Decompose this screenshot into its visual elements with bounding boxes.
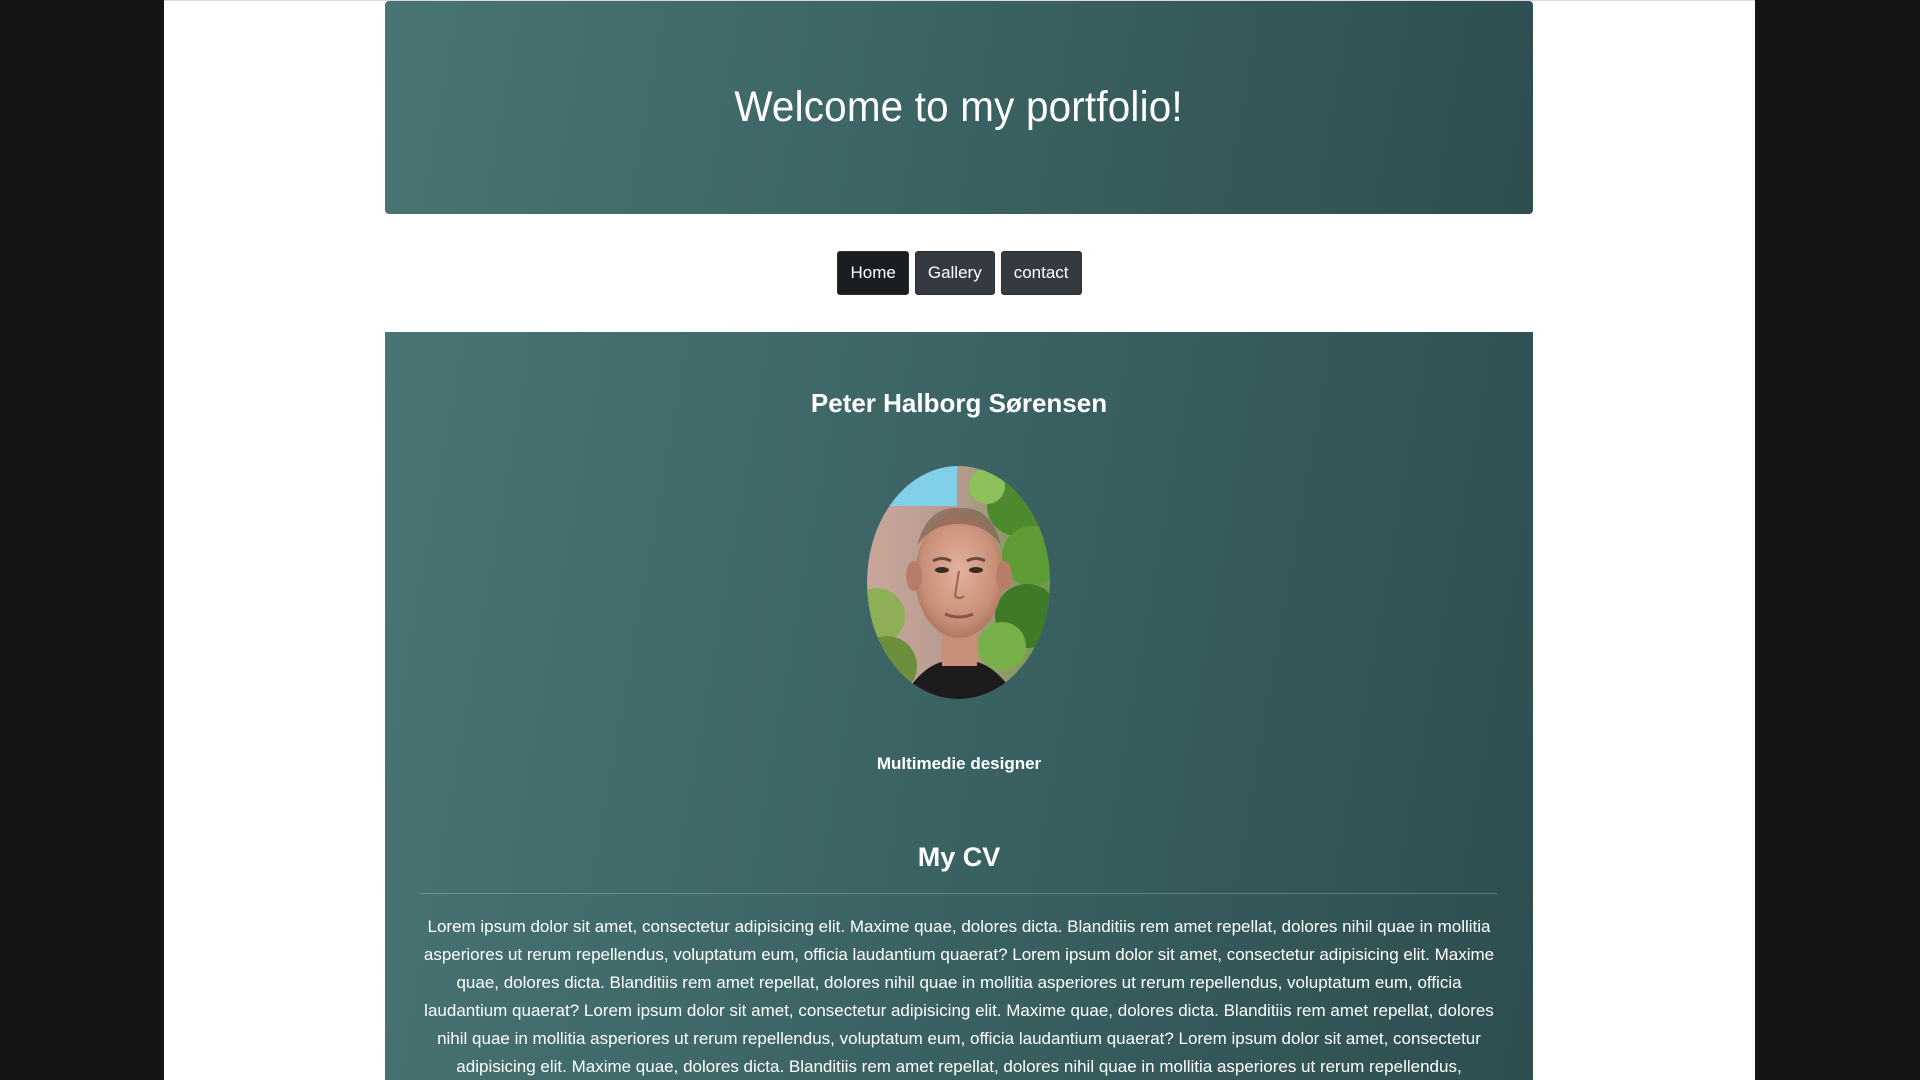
profile-role: Multimedie designer: [876, 754, 1042, 773]
main-nav: Home Gallery contact: [164, 251, 1755, 295]
cv-title: My CV: [917, 842, 1001, 872]
profile-name: Peter Halborg Sørensen: [810, 388, 1108, 418]
avatar-photo: [867, 466, 1050, 699]
cv-text: Lorem ipsum dolor sit amet, consectetur …: [423, 917, 1495, 1076]
nav-gallery-button[interactable]: Gallery: [914, 251, 995, 295]
nav-contact-button[interactable]: contact: [1000, 251, 1082, 295]
section-divider: [421, 893, 1497, 894]
page-header: Welcome to my portfolio!: [385, 1, 1533, 214]
avatar: [867, 466, 1050, 699]
main-content: Peter Halborg Sørensen Multimedie design…: [385, 332, 1533, 1080]
page-title: Welcome to my portfolio!: [734, 83, 1184, 131]
nav-home-button[interactable]: Home: [837, 251, 909, 295]
browser-viewport: Welcome to my portfolio! Home Gallery co…: [164, 0, 1755, 1080]
